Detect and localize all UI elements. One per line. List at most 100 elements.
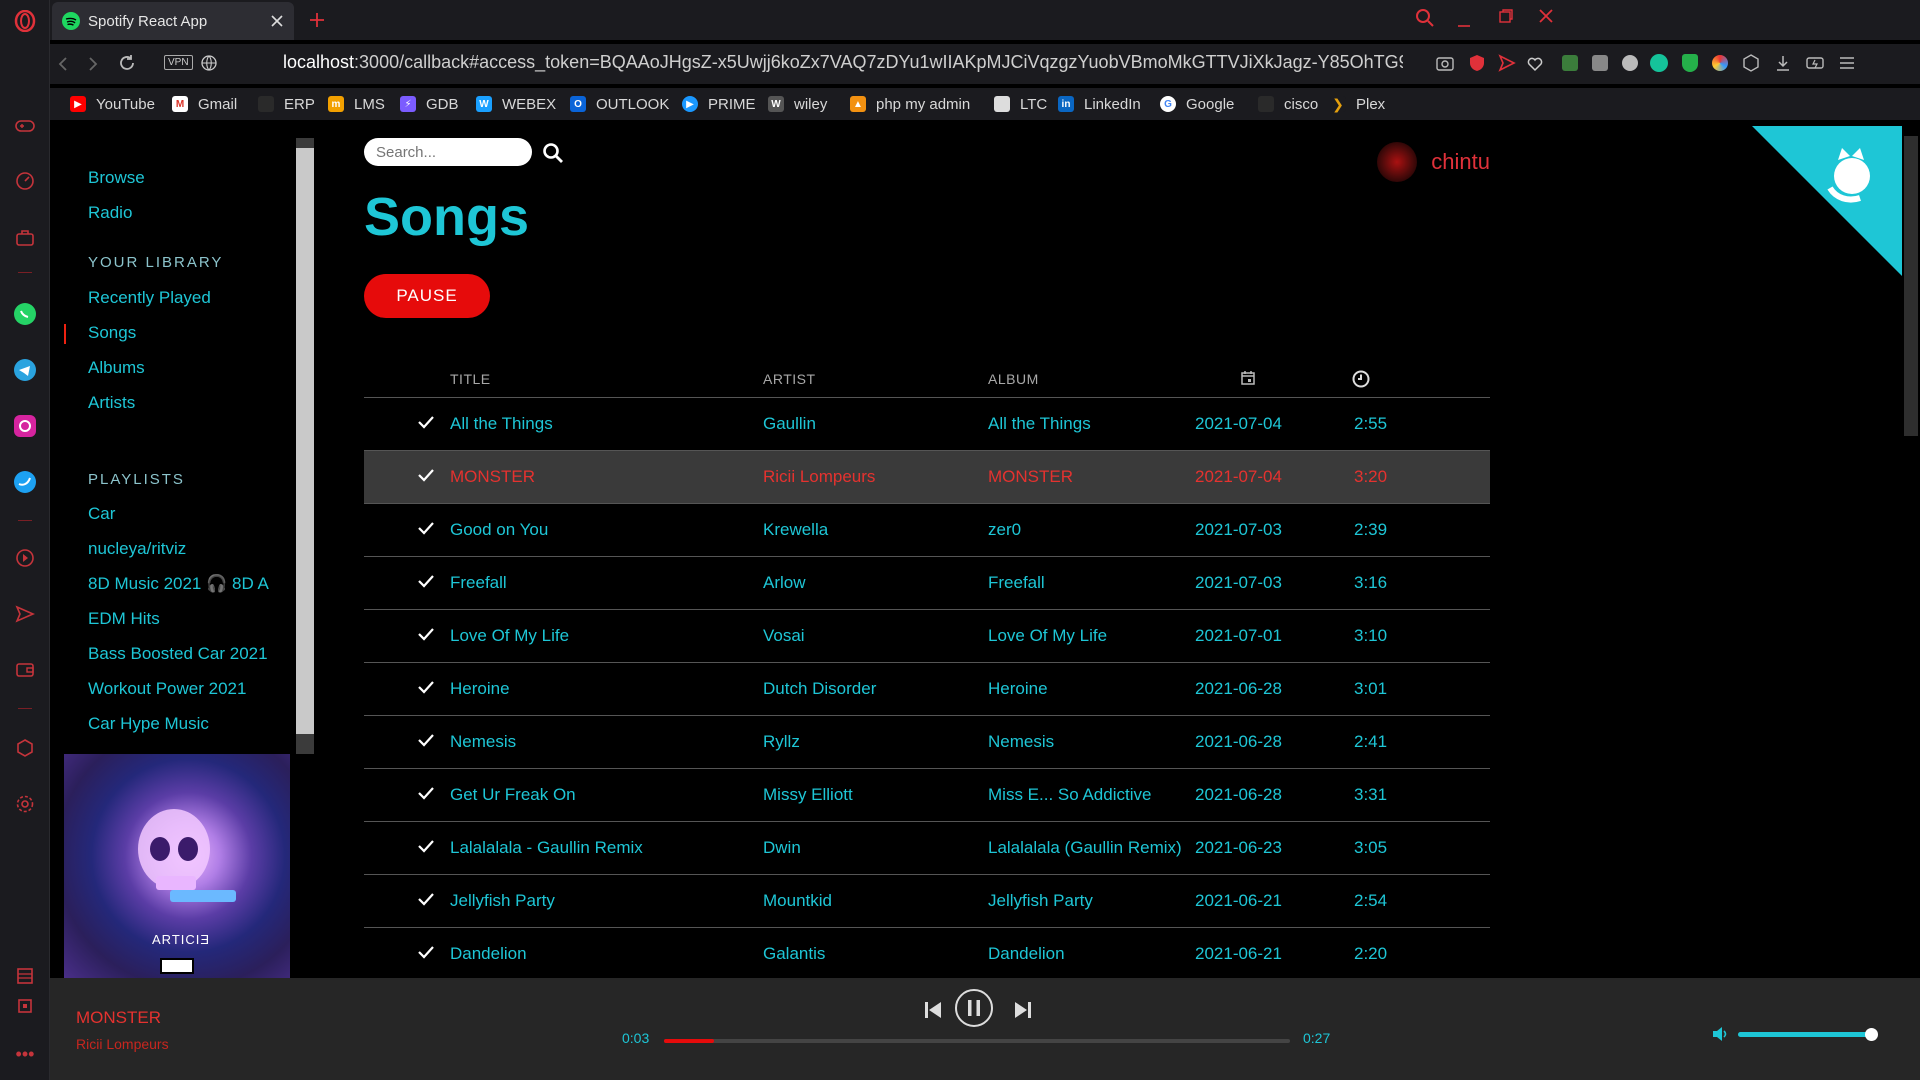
back-icon[interactable]	[56, 56, 70, 72]
song-album[interactable]: Jellyfish Party	[988, 891, 1093, 911]
table-row[interactable]: Heroine Dutch Disorder Heroine 2021-06-28 3:…	[364, 663, 1490, 716]
forward-icon[interactable]	[86, 56, 100, 72]
send-icon[interactable]	[13, 602, 37, 626]
song-title[interactable]: Freefall	[450, 573, 507, 593]
settings-gear-icon[interactable]	[13, 792, 37, 816]
song-title[interactable]: MONSTER	[450, 467, 535, 487]
github-corner-icon[interactable]	[1752, 126, 1902, 276]
saved-check-icon[interactable]	[416, 571, 436, 591]
now-playing-artist[interactable]: Ricii Lompeurs	[76, 1036, 169, 1052]
search-input[interactable]	[364, 138, 532, 166]
reload-icon[interactable]	[118, 54, 136, 72]
bookmark-ltc[interactable]: LTC	[994, 93, 1047, 115]
song-album[interactable]: All the Things	[988, 414, 1091, 434]
song-artist[interactable]: Gaullin	[763, 414, 816, 434]
extension-icon[interactable]	[1712, 55, 1728, 71]
table-row[interactable]: Nemesis Ryllz Nemesis 2021-06-28 2:41	[364, 716, 1490, 769]
vpn-badge[interactable]: VPN	[164, 55, 193, 70]
saved-check-icon[interactable]	[416, 677, 436, 697]
table-row[interactable]: Lalalalala - Gaullin Remix Dwin Lalalalala…	[364, 822, 1490, 875]
globe-icon[interactable]	[201, 55, 217, 71]
shield-icon[interactable]	[1468, 54, 1486, 72]
saved-check-icon[interactable]	[416, 783, 436, 803]
search-tabs-icon[interactable]	[1415, 8, 1435, 28]
volume-slider[interactable]	[1738, 1028, 1878, 1041]
bookmark-prime[interactable]: ▶ PRIME	[682, 93, 756, 115]
song-album[interactable]: Miss E... So Addictive	[988, 785, 1151, 805]
next-track-icon[interactable]	[1014, 1000, 1032, 1020]
extension-icon[interactable]	[1622, 55, 1638, 71]
speedometer-icon[interactable]	[13, 169, 37, 193]
saved-check-icon[interactable]	[416, 836, 436, 856]
song-artist[interactable]: Mountkid	[763, 891, 832, 911]
playlist-item[interactable]: Car Hype Music	[88, 714, 209, 734]
now-playing-title[interactable]: MONSTER	[76, 1008, 161, 1028]
snapshot-icon[interactable]	[1436, 55, 1454, 71]
song-artist[interactable]: Dwin	[763, 838, 801, 858]
song-artist[interactable]: Dutch Disorder	[763, 679, 876, 699]
briefcase-icon[interactable]	[13, 226, 37, 250]
saved-check-icon[interactable]	[416, 412, 436, 432]
bookmark-lms[interactable]: m LMS	[328, 93, 385, 115]
page-scroll-thumb[interactable]	[1904, 136, 1918, 436]
pause-icon[interactable]	[954, 988, 994, 1028]
nav-browse[interactable]: Browse	[88, 168, 145, 188]
url-field[interactable]: localhost:3000/callback#access_token=BQA…	[283, 52, 1403, 73]
bookmark-outlook[interactable]: O OUTLOOK	[570, 93, 669, 115]
song-album[interactable]: Dandelion	[988, 944, 1065, 964]
column-title[interactable]: TITLE	[450, 371, 491, 387]
song-artist[interactable]: Vosai	[763, 626, 805, 646]
previous-track-icon[interactable]	[924, 1000, 942, 1020]
song-title[interactable]: Love Of My Life	[450, 626, 569, 646]
cpu-icon[interactable]	[13, 994, 37, 1018]
more-dots-icon[interactable]: •••	[13, 1042, 37, 1066]
table-row[interactable]: All the Things Gaullin All the Things 2021-…	[364, 398, 1490, 451]
bookmark-gdb[interactable]: ⚡ GDB	[400, 93, 459, 115]
flow-icon[interactable]	[1498, 54, 1516, 72]
minimize-icon[interactable]	[1456, 12, 1472, 28]
easy-setup-icon[interactable]	[1838, 54, 1856, 72]
table-row[interactable]: Jellyfish Party Mountkid Jellyfish Party 20…	[364, 875, 1490, 928]
saved-check-icon[interactable]	[416, 518, 436, 538]
player-icon[interactable]	[13, 546, 37, 570]
song-album[interactable]: Lalalalala (Gaullin Remix)	[988, 838, 1182, 858]
table-row[interactable]: Freefall Arlow Freefall 2021-07-03 3:16	[364, 557, 1490, 610]
nav-artists[interactable]: Artists	[88, 393, 135, 413]
bookmark-cisco[interactable]: cisco	[1258, 93, 1318, 115]
bookmark-youtube[interactable]: ▶ YouTube	[70, 93, 155, 115]
telegram-icon[interactable]	[13, 358, 37, 382]
cube-extension-icon[interactable]	[1742, 54, 1760, 72]
song-album[interactable]: Heroine	[988, 679, 1048, 699]
song-title[interactable]: Heroine	[450, 679, 510, 699]
saved-check-icon[interactable]	[416, 889, 436, 909]
clock-icon[interactable]	[1352, 370, 1370, 388]
song-album[interactable]: zer0	[988, 520, 1021, 540]
song-title[interactable]: Good on You	[450, 520, 548, 540]
song-artist[interactable]: Ricii Lompeurs	[763, 467, 875, 487]
table-row[interactable]: Love Of My Life Vosai Love Of My Life 2021-…	[364, 610, 1490, 663]
song-album[interactable]: Love Of My Life	[988, 626, 1107, 646]
bookmark-webex[interactable]: W WEBEX	[476, 93, 556, 115]
saved-check-icon[interactable]	[416, 624, 436, 644]
table-row[interactable]: Dandelion Galantis Dandelion 2021-06-21 2:20	[364, 928, 1490, 981]
table-row[interactable]: MONSTER Ricii Lompeurs MONSTER 2021-07-04 3:…	[364, 451, 1490, 504]
column-album[interactable]: ALBUM	[988, 371, 1039, 387]
bookmark-php-my-admin[interactable]: ▲ php my admin	[850, 93, 970, 115]
wallet-icon[interactable]	[13, 658, 37, 682]
twitter-icon[interactable]	[13, 470, 37, 494]
new-tab-icon[interactable]	[309, 12, 325, 28]
grammarly-icon[interactable]	[1650, 54, 1668, 72]
instagram-icon[interactable]	[13, 414, 37, 438]
progress-bar[interactable]	[664, 1039, 1290, 1043]
playlist-item[interactable]: nucleya/ritviz	[88, 539, 186, 559]
cube-icon[interactable]	[13, 736, 37, 760]
battery-icon[interactable]	[1806, 55, 1826, 71]
sidebar-scroll-thumb[interactable]	[296, 148, 314, 734]
playlist-item[interactable]: EDM Hits	[88, 609, 160, 629]
bookmark-erp[interactable]: ERP	[258, 93, 315, 115]
song-title[interactable]: Lalalalala - Gaullin Remix	[450, 838, 643, 858]
extension-icon[interactable]	[1562, 55, 1578, 71]
pause-button[interactable]: PAUSE	[364, 274, 490, 318]
user-profile[interactable]: chintu	[1377, 142, 1490, 182]
song-artist[interactable]: Krewella	[763, 520, 828, 540]
